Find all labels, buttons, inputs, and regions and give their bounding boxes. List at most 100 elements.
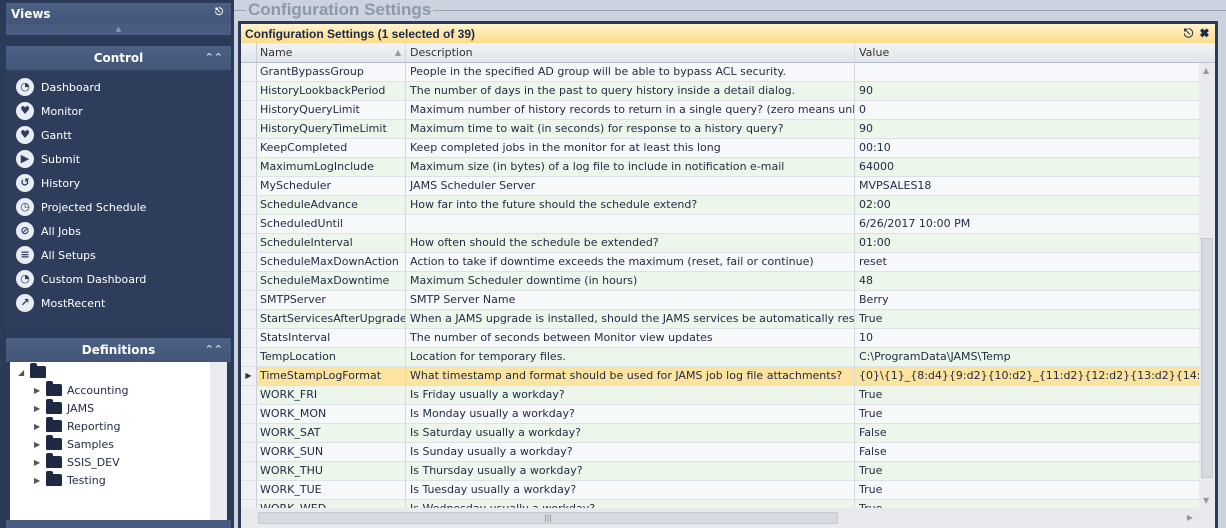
- row-indicator[interactable]: [241, 462, 257, 480]
- cell-value[interactable]: 10: [855, 329, 1199, 347]
- definitions-scroll-down[interactable]: [6, 520, 231, 528]
- cell-description[interactable]: Location for temporary files.: [406, 348, 855, 366]
- row-indicator[interactable]: [241, 139, 257, 157]
- cell-value[interactable]: 00:10: [855, 139, 1199, 157]
- cell-value[interactable]: 64000: [855, 158, 1199, 176]
- cell-description[interactable]: Is Thursday usually a workday?: [406, 462, 855, 480]
- definitions-header[interactable]: Definitions ⌃⌃: [6, 338, 231, 362]
- cell-description[interactable]: Maximum Scheduler downtime (in hours): [406, 272, 855, 290]
- row-indicator[interactable]: [241, 196, 257, 214]
- close-icon[interactable]: ✖: [1200, 26, 1209, 40]
- table-row[interactable]: KeepCompleted Keep completed jobs in the …: [241, 139, 1199, 158]
- cell-name[interactable]: WORK_FRI: [257, 386, 406, 404]
- cell-value[interactable]: 6/26/2017 10:00 PM: [855, 215, 1199, 233]
- table-row[interactable]: WORK_SAT Is Saturday usually a workday? Fa…: [241, 424, 1199, 443]
- cell-value[interactable]: reset: [855, 253, 1199, 271]
- tree-folder[interactable]: ▶ Samples: [34, 435, 114, 453]
- cell-value[interactable]: {0}\{1}_{8:d4}{9:d2}{10:d2}_{11:d2}{12:d…: [855, 367, 1199, 385]
- cell-description[interactable]: What timestamp and format should be used…: [406, 367, 855, 385]
- row-indicator[interactable]: [241, 481, 257, 499]
- table-row[interactable]: GrantBypassGroup People in the specified …: [241, 63, 1199, 82]
- cell-value[interactable]: 02:00: [855, 196, 1199, 214]
- cell-name[interactable]: GrantBypassGroup: [257, 63, 406, 81]
- cell-description[interactable]: [406, 215, 855, 233]
- row-indicator[interactable]: ▶: [241, 367, 257, 385]
- expand-icon[interactable]: ▶: [34, 422, 46, 431]
- cell-name[interactable]: HistoryQueryTimeLimit: [257, 120, 406, 138]
- cell-name[interactable]: WORK_SAT: [257, 424, 406, 442]
- table-row[interactable]: WORK_MON Is Monday usually a workday? True: [241, 405, 1199, 424]
- vertical-scrollbar[interactable]: ▲ ▼: [1199, 63, 1215, 508]
- tree-folder[interactable]: ▶ Testing: [34, 471, 106, 489]
- cell-name[interactable]: ScheduledUntil: [257, 215, 406, 233]
- row-indicator[interactable]: [241, 405, 257, 423]
- row-indicator[interactable]: [241, 310, 257, 328]
- collapse-icon[interactable]: ⌃⌃: [205, 46, 223, 70]
- column-name[interactable]: Name ▲: [257, 43, 406, 62]
- views-scroll-up[interactable]: ▲: [6, 24, 231, 35]
- table-row[interactable]: WORK_THU Is Thursday usually a workday? Tr…: [241, 462, 1199, 481]
- tree-folder[interactable]: ▶ SSIS_DEV: [34, 453, 120, 471]
- column-value[interactable]: Value: [855, 43, 1199, 62]
- row-indicator[interactable]: [241, 177, 257, 195]
- cell-description[interactable]: Is Tuesday usually a workday?: [406, 481, 855, 499]
- cell-description[interactable]: Is Saturday usually a workday?: [406, 424, 855, 442]
- cell-description[interactable]: Is Friday usually a workday?: [406, 386, 855, 404]
- row-indicator[interactable]: [241, 253, 257, 271]
- cell-name[interactable]: TempLocation: [257, 348, 406, 366]
- cell-value[interactable]: 90: [855, 82, 1199, 100]
- horizontal-scrollbar[interactable]: ||| ▶: [241, 508, 1215, 528]
- cell-name[interactable]: StartServicesAfterUpgrade: [257, 310, 406, 328]
- nav-item-all-setups[interactable]: ≡ All Setups: [16, 244, 96, 266]
- cell-name[interactable]: ScheduleMaxDownAction: [257, 253, 406, 271]
- row-indicator[interactable]: [241, 215, 257, 233]
- cell-description[interactable]: Action to take if downtime exceeds the m…: [406, 253, 855, 271]
- hscroll-thumb[interactable]: |||: [258, 512, 838, 524]
- row-indicator[interactable]: [241, 443, 257, 461]
- tree-root[interactable]: ◢: [18, 363, 51, 381]
- cell-value[interactable]: True: [855, 462, 1199, 480]
- cell-value[interactable]: 48: [855, 272, 1199, 290]
- tree-folder[interactable]: ▶ JAMS: [34, 399, 94, 417]
- cell-description[interactable]: SMTP Server Name: [406, 291, 855, 309]
- cell-name[interactable]: WORK_SUN: [257, 443, 406, 461]
- cell-name[interactable]: TimeStampLogFormat: [257, 367, 406, 385]
- table-row[interactable]: HistoryLookbackPeriod The number of days …: [241, 82, 1199, 101]
- nav-item-submit[interactable]: ▶ Submit: [16, 148, 80, 170]
- cell-value[interactable]: False: [855, 443, 1199, 461]
- tree-scrollbar[interactable]: [210, 362, 227, 520]
- cell-name[interactable]: SMTPServer: [257, 291, 406, 309]
- row-indicator[interactable]: [241, 158, 257, 176]
- cell-name[interactable]: WORK_MON: [257, 405, 406, 423]
- cell-description[interactable]: Is Sunday usually a workday?: [406, 443, 855, 461]
- cell-description[interactable]: People in the specified AD group will be…: [406, 63, 855, 81]
- nav-item-projected-schedule[interactable]: ◷ Projected Schedule: [16, 196, 146, 218]
- cell-name[interactable]: WORK_THU: [257, 462, 406, 480]
- row-indicator[interactable]: [241, 348, 257, 366]
- table-row[interactable]: ScheduleAdvance How far into the future s…: [241, 196, 1199, 215]
- expand-icon[interactable]: ▶: [34, 404, 46, 413]
- cell-name[interactable]: ScheduleAdvance: [257, 196, 406, 214]
- table-row[interactable]: ScheduledUntil 6/26/2017 10:00 PM: [241, 215, 1199, 234]
- expanded-icon[interactable]: ◢: [18, 368, 30, 377]
- cell-value[interactable]: True: [855, 310, 1199, 328]
- expand-icon[interactable]: ▶: [34, 458, 46, 467]
- cell-value[interactable]: 01:00: [855, 234, 1199, 252]
- table-row[interactable]: HistoryQueryLimit Maximum number of histo…: [241, 101, 1199, 120]
- expand-icon[interactable]: ▶: [34, 476, 46, 485]
- column-description[interactable]: Description: [406, 43, 855, 62]
- row-indicator[interactable]: [241, 234, 257, 252]
- nav-item-monitor[interactable]: ♥ Monitor: [16, 100, 83, 122]
- cell-value[interactable]: C:\ProgramData\JAMS\Temp: [855, 348, 1199, 366]
- cell-name[interactable]: ScheduleInterval: [257, 234, 406, 252]
- table-row[interactable]: WORK_FRI Is Friday usually a workday? True: [241, 386, 1199, 405]
- row-indicator[interactable]: [241, 82, 257, 100]
- cell-value[interactable]: MVPSALES18: [855, 177, 1199, 195]
- nav-item-all-jobs[interactable]: ⊘ All Jobs: [16, 220, 81, 242]
- table-row[interactable]: ScheduleInterval How often should the sch…: [241, 234, 1199, 253]
- cell-name[interactable]: KeepCompleted: [257, 139, 406, 157]
- control-header[interactable]: Control ⌃⌃: [6, 46, 231, 70]
- collapse-icon[interactable]: ⌃⌃: [205, 338, 223, 362]
- cell-description[interactable]: When a JAMS upgrade is installed, should…: [406, 310, 855, 328]
- cell-value[interactable]: [855, 63, 1199, 81]
